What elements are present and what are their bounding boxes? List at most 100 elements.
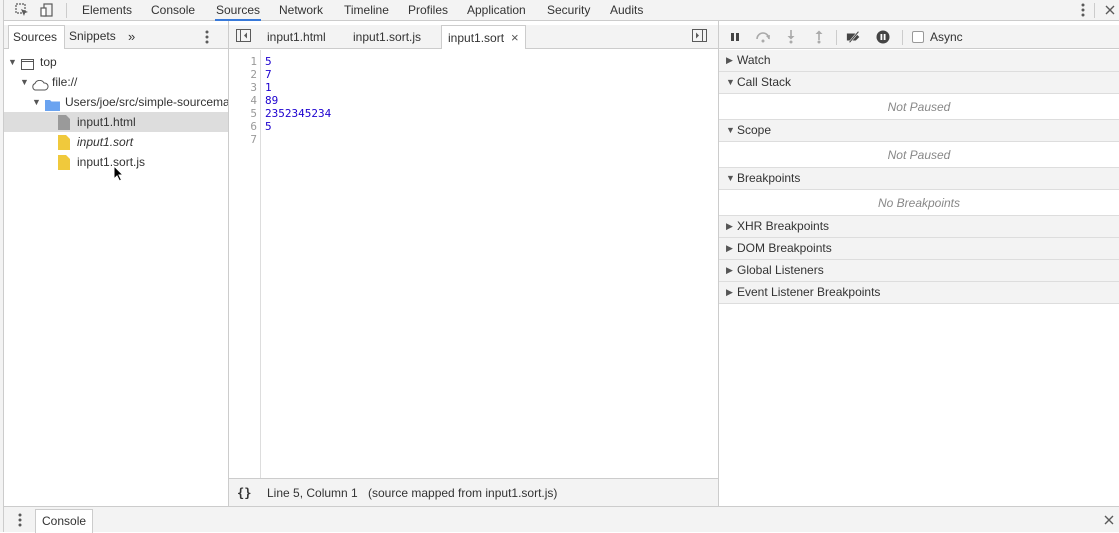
inspect-icon[interactable] bbox=[14, 2, 30, 18]
code-line[interactable]: 5 bbox=[265, 120, 272, 133]
step-out-icon[interactable] bbox=[811, 29, 827, 45]
step-over-icon[interactable] bbox=[755, 29, 771, 45]
navigator-menu-icon[interactable] bbox=[205, 30, 209, 47]
call-stack-status: Not Paused bbox=[719, 94, 1119, 120]
close-icon[interactable] bbox=[1102, 2, 1118, 18]
code-line[interactable]: 5 bbox=[265, 55, 272, 68]
tree-item-label: input1.sort bbox=[77, 135, 134, 149]
editor-tab-label: input1.sort bbox=[448, 31, 505, 45]
pane-scope[interactable]: ▼ Scope bbox=[719, 120, 1119, 142]
editor-status-bar: {} Line 5, Column 1 (source mapped from … bbox=[229, 478, 718, 506]
close-drawer-icon[interactable] bbox=[1104, 514, 1114, 528]
navigator-tab-sources[interactable]: Sources bbox=[8, 25, 65, 49]
file-yellow-icon bbox=[58, 155, 70, 172]
pane-dom-breakpoints[interactable]: ▶ DOM Breakpoints bbox=[719, 238, 1119, 260]
console-drawer: Console bbox=[4, 506, 1119, 533]
device-mode-icon[interactable] bbox=[39, 2, 55, 18]
pause-icon[interactable] bbox=[727, 29, 743, 45]
tree-item-label: top bbox=[40, 55, 57, 69]
toolbar-divider bbox=[902, 30, 903, 45]
expanded-triangle-icon: ▼ bbox=[726, 173, 735, 183]
file-yellow-icon bbox=[58, 135, 70, 152]
pane-title: Event Listener Breakpoints bbox=[737, 285, 881, 299]
tree-item-label: input1.html bbox=[77, 115, 136, 129]
tree-item-file-input1-html[interactable]: input1.html bbox=[4, 112, 228, 132]
tab-network[interactable]: Network bbox=[279, 0, 323, 21]
expand-triangle-icon[interactable]: ▼ bbox=[20, 72, 29, 92]
collapsed-triangle-icon: ▶ bbox=[726, 221, 733, 231]
folder-icon bbox=[45, 97, 60, 112]
collapsed-triangle-icon: ▶ bbox=[726, 287, 733, 297]
async-checkbox[interactable] bbox=[912, 31, 924, 43]
navigator-tabbar: Sources Snippets » bbox=[4, 25, 228, 49]
tab-profiles[interactable]: Profiles bbox=[408, 0, 448, 21]
drawer-menu-icon[interactable] bbox=[18, 513, 22, 530]
tab-audits[interactable]: Audits bbox=[610, 0, 643, 21]
close-tab-icon[interactable]: × bbox=[511, 26, 519, 50]
pretty-print-icon[interactable]: {} bbox=[237, 479, 251, 507]
tab-security[interactable]: Security bbox=[547, 0, 590, 21]
line-number[interactable]: 5 bbox=[229, 107, 257, 120]
editor-tab-input1-sort[interactable]: input1.sort × bbox=[441, 25, 526, 49]
more-tabs-icon[interactable]: » bbox=[124, 25, 139, 48]
expand-triangle-icon[interactable]: ▼ bbox=[32, 92, 41, 112]
line-number[interactable]: 2 bbox=[229, 68, 257, 81]
tree-item-file-input1-sort[interactable]: input1.sort bbox=[4, 132, 228, 152]
debugger-toolbar: Async bbox=[719, 25, 1119, 49]
pane-title: XHR Breakpoints bbox=[737, 219, 830, 233]
tree-item-folder[interactable]: ▼ Users/joe/src/simple-sourcemap bbox=[4, 92, 228, 112]
tab-elements[interactable]: Elements bbox=[82, 0, 132, 21]
source-map-info[interactable]: (source mapped from input1.sort.js) bbox=[368, 479, 557, 507]
source-editor: input1.html input1.sort.js input1.sort ×… bbox=[229, 21, 719, 506]
code-line[interactable]: 2352345234 bbox=[265, 107, 331, 120]
tree-item-file-origin[interactable]: ▼ file:// bbox=[4, 72, 228, 92]
pane-event-listener-breakpoints[interactable]: ▶ Event Listener Breakpoints bbox=[719, 282, 1119, 304]
pause-on-exceptions-icon[interactable] bbox=[875, 29, 891, 45]
deactivate-breakpoints-icon[interactable] bbox=[846, 29, 862, 45]
tree-item-top[interactable]: ▼ top bbox=[4, 52, 228, 72]
breakpoints-status: No Breakpoints bbox=[719, 190, 1119, 216]
pane-title: Breakpoints bbox=[737, 171, 801, 185]
pane-title: Call Stack bbox=[737, 75, 792, 89]
toggle-navigator-icon[interactable] bbox=[236, 29, 251, 45]
toggle-debugger-icon[interactable] bbox=[692, 29, 707, 45]
step-into-icon[interactable] bbox=[783, 29, 799, 45]
tab-application[interactable]: Application bbox=[467, 0, 526, 21]
mouse-cursor-icon bbox=[113, 164, 125, 185]
frame-icon bbox=[21, 56, 34, 72]
pane-call-stack[interactable]: ▼ Call Stack bbox=[719, 72, 1119, 94]
devtools-main-toolbar: Elements Console Sources Network Timelin… bbox=[4, 0, 1119, 21]
editor-tabbar: input1.html input1.sort.js input1.sort × bbox=[229, 25, 718, 49]
line-number[interactable]: 4 bbox=[229, 94, 257, 107]
line-number[interactable]: 3 bbox=[229, 81, 257, 94]
editor-tab-input1-html[interactable]: input1.html bbox=[262, 25, 331, 49]
line-number[interactable]: 1 bbox=[229, 55, 257, 68]
expand-triangle-icon[interactable]: ▼ bbox=[8, 52, 17, 72]
pane-title: Watch bbox=[737, 53, 771, 67]
kebab-menu-icon[interactable] bbox=[1075, 2, 1091, 18]
debugger-sidebar: Async ▶ Watch ▼ Call Stack Not Paused ▼ … bbox=[719, 21, 1119, 506]
tree-item-label: file:// bbox=[52, 75, 78, 89]
line-number[interactable]: 7 bbox=[229, 133, 257, 146]
pane-global-listeners[interactable]: ▶ Global Listeners bbox=[719, 260, 1119, 282]
editor-tab-input1-sort-js[interactable]: input1.sort.js bbox=[348, 25, 426, 49]
tree-item-label: Users/joe/src/simple-sourcemap bbox=[65, 95, 228, 109]
pane-xhr-breakpoints[interactable]: ▶ XHR Breakpoints bbox=[719, 216, 1119, 238]
collapsed-triangle-icon: ▶ bbox=[726, 265, 733, 275]
tab-sources[interactable]: Sources bbox=[215, 0, 262, 21]
tab-timeline[interactable]: Timeline bbox=[344, 0, 389, 21]
pane-breakpoints[interactable]: ▼ Breakpoints bbox=[719, 168, 1119, 190]
code-line[interactable]: 1 bbox=[265, 81, 272, 94]
cloud-icon bbox=[31, 77, 49, 92]
async-label[interactable]: Async bbox=[930, 25, 963, 49]
code-line[interactable]: 7 bbox=[265, 68, 272, 81]
line-number[interactable]: 6 bbox=[229, 120, 257, 133]
code-line[interactable]: 89 bbox=[265, 94, 278, 107]
pane-watch[interactable]: ▶ Watch bbox=[719, 50, 1119, 72]
pane-title: DOM Breakpoints bbox=[737, 241, 832, 255]
drawer-tab-console[interactable]: Console bbox=[35, 509, 94, 533]
tree-item-label: input1.sort.js bbox=[77, 155, 146, 169]
tab-console[interactable]: Console bbox=[151, 0, 195, 21]
pane-title: Global Listeners bbox=[737, 263, 824, 277]
navigator-tab-snippets[interactable]: Snippets bbox=[65, 25, 120, 48]
